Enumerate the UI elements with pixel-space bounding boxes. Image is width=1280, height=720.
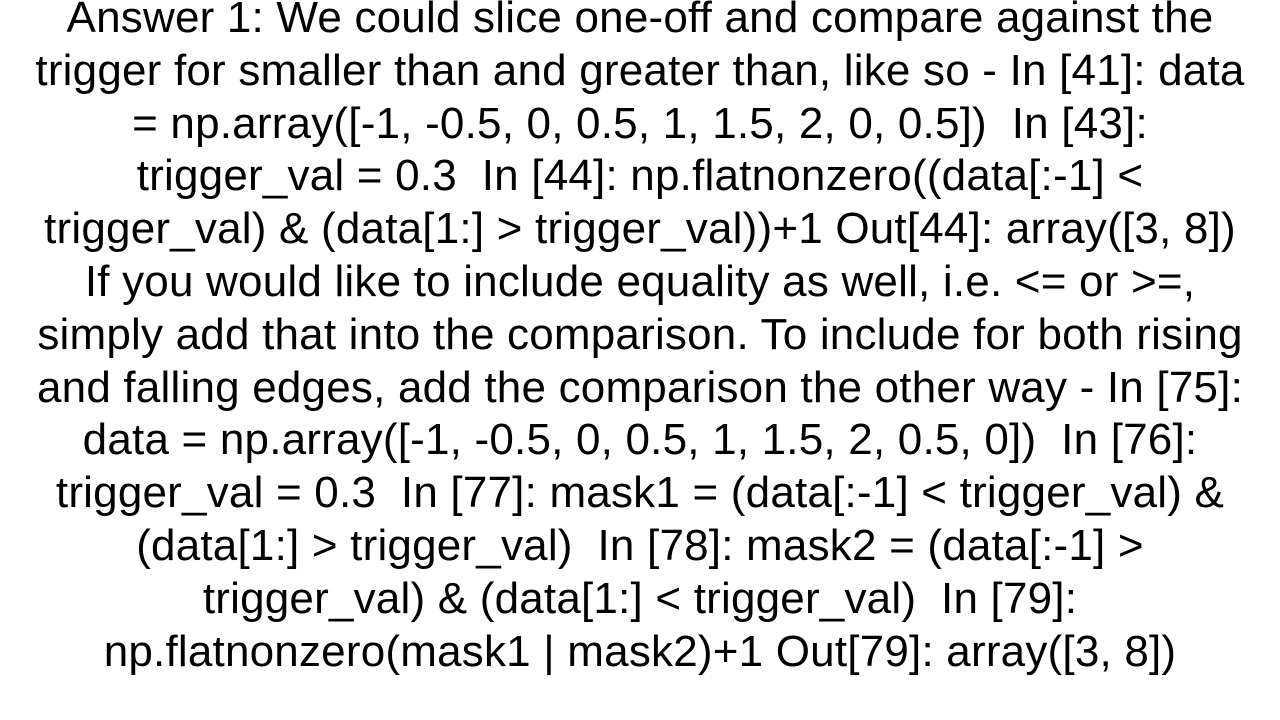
answer-text: Answer 1: We could slice one-off and com…: [30, 0, 1250, 678]
answer-text-block: Answer 1: We could slice one-off and com…: [0, 0, 1280, 720]
